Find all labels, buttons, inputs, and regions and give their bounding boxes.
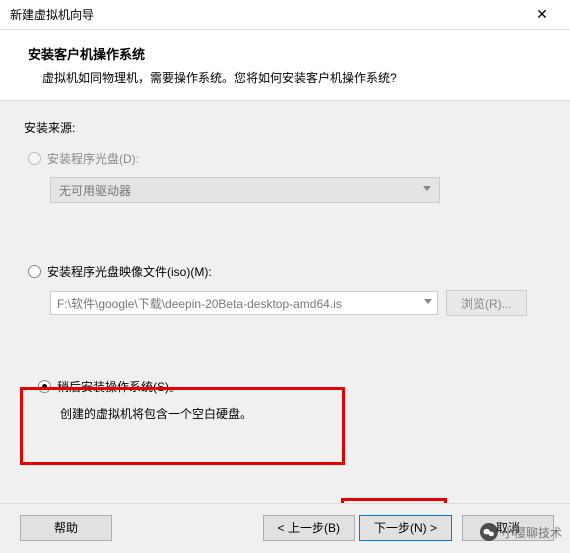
- browse-button[interactable]: 浏览(R)...: [446, 290, 527, 316]
- chevron-down-icon[interactable]: [424, 299, 432, 304]
- page-subtitle: 虚拟机如同物理机，需要操作系统。您将如何安装客户机操作系统?: [28, 69, 542, 86]
- wizard-content: 安装来源: 安装程序光盘(D): 无可用驱动器 安装程序光盘映像文件(iso)(…: [0, 101, 570, 553]
- wechat-icon: [480, 523, 498, 541]
- help-button[interactable]: 帮助: [20, 515, 112, 541]
- chevron-down-icon: [423, 186, 431, 191]
- close-icon: ✕: [536, 6, 548, 23]
- radio-label-disc: 安装程序光盘(D):: [47, 150, 139, 167]
- wizard-header: 安装客户机操作系统 虚拟机如同物理机，需要操作系统。您将如何安装客户机操作系统?: [0, 30, 570, 101]
- radio-icon: [28, 152, 41, 165]
- drive-select: 无可用驱动器: [50, 177, 440, 203]
- radio-install-disc: 安装程序光盘(D):: [28, 150, 546, 167]
- back-button[interactable]: < 上一步(B): [263, 515, 355, 541]
- window-title: 新建虚拟机向导: [10, 6, 522, 23]
- page-title: 安装客户机操作系统: [28, 44, 542, 63]
- source-label: 安装来源:: [24, 119, 546, 136]
- radio-install-iso[interactable]: 安装程序光盘映像文件(iso)(M):: [28, 263, 546, 280]
- watermark: 小樱聊技术: [480, 523, 562, 541]
- highlight-option-later: [20, 387, 345, 465]
- iso-path-input[interactable]: [50, 291, 438, 315]
- next-button[interactable]: 下一步(N) >: [359, 515, 452, 541]
- drive-select-text: 无可用驱动器: [59, 182, 131, 199]
- watermark-text: 小樱聊技术: [502, 524, 562, 541]
- radio-icon: [28, 265, 41, 278]
- close-button[interactable]: ✕: [522, 1, 562, 29]
- titlebar: 新建虚拟机向导 ✕: [0, 0, 570, 30]
- radio-label-iso: 安装程序光盘映像文件(iso)(M):: [47, 263, 212, 280]
